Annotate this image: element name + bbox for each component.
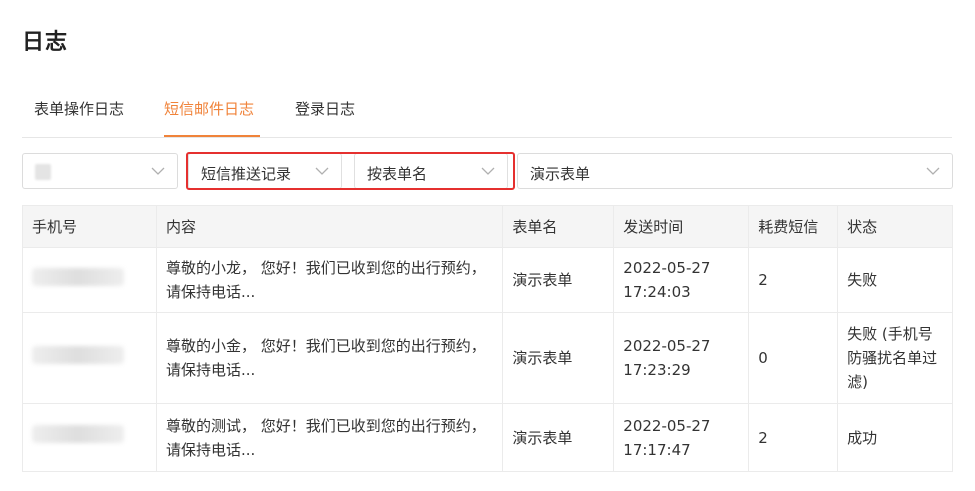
form-cell: 演示表单 [502,312,615,404]
phone-cell [22,247,157,313]
blurred-value [35,164,51,180]
phone-cell [22,403,157,472]
form-select[interactable]: 演示表单 [517,153,953,189]
content-cell: 尊敬的小金， 您好！我们已收到您的出行预约，请保持电话... [156,312,504,404]
send-time: 17:24:03 [623,283,691,301]
send-date: 2022-05-27 [623,416,711,435]
chevron-down-icon [481,166,495,176]
phone-cell [22,312,157,404]
group-by-select[interactable]: 按表单名 [354,153,508,189]
blurred-phone [32,267,124,286]
chevron-down-icon [926,166,940,176]
form-cell: 演示表单 [502,403,615,472]
header-send-time: 发送时间 [613,205,750,248]
content-cell: 尊敬的小龙， 您好！我们已收到您的出行预约，请保持电话... [156,247,504,313]
first-filter-select[interactable] [22,153,178,189]
tab-form-operation-log[interactable]: 表单操作日志 [34,98,124,137]
table-row: 尊敬的测试， 您好！我们已收到您的出行预约，请保持电话... 演示表单 2022… [22,403,953,472]
content-cell: 尊敬的测试， 您好！我们已收到您的出行预约，请保持电话... [156,403,504,472]
sms-cost-cell: 0 [748,312,839,404]
form-select-value: 演示表单 [530,165,591,183]
table-row: 尊敬的小龙， 您好！我们已收到您的出行预约，请保持电话... 演示表单 2022… [22,247,953,313]
blurred-phone [32,425,124,443]
status-cell: 成功 [847,428,878,447]
chevron-down-icon [315,166,329,176]
send-time-cell: 2022-05-27 17:24:03 [613,247,750,313]
chevron-down-icon [151,166,165,176]
status-cell: 失败 (手机号防骚扰名单过滤) [847,325,938,391]
send-date: 2022-05-27 [623,337,711,355]
header-sms-cost: 耗费短信 [748,205,839,248]
header-form: 表单名 [502,205,615,248]
filter-bar: 短信推送记录 按表单名 演示表单 [22,152,953,190]
sms-cost-cell: 2 [748,247,839,313]
table-header-row: 手机号 内容 表单名 发送时间 耗费短信 状态 [22,205,953,248]
send-time-cell: 2022-05-27 17:17:47 [613,403,750,472]
header-content: 内容 [156,205,504,248]
group-by-value: 按表单名 [367,165,428,183]
sms-log-table: 手机号 内容 表单名 发送时间 耗费短信 状态 尊敬的小龙， 您好！我们已收到您… [22,205,953,472]
send-time-cell: 2022-05-27 17:23:29 [613,312,750,404]
sms-cost-cell: 2 [748,403,839,472]
header-status: 状态 [847,218,878,236]
tab-login-log[interactable]: 登录日志 [295,98,355,137]
header-phone: 手机号 [22,205,157,248]
record-type-select[interactable]: 短信推送记录 [188,153,342,189]
page-title: 日志 [22,30,69,55]
blurred-phone [32,345,124,364]
status-cell: 失败 [847,271,878,289]
tab-sms-email-log[interactable]: 短信邮件日志 [164,98,260,137]
table-row: 尊敬的小金， 您好！我们已收到您的出行预约，请保持电话... 演示表单 2022… [22,312,953,404]
send-time: 17:23:29 [623,361,691,379]
form-cell: 演示表单 [502,247,615,313]
record-type-value: 短信推送记录 [201,165,292,183]
log-tabs: 表单操作日志 短信邮件日志 登录日志 [22,86,952,138]
send-date: 2022-05-27 [623,259,711,277]
send-time: 17:17:47 [623,440,691,459]
